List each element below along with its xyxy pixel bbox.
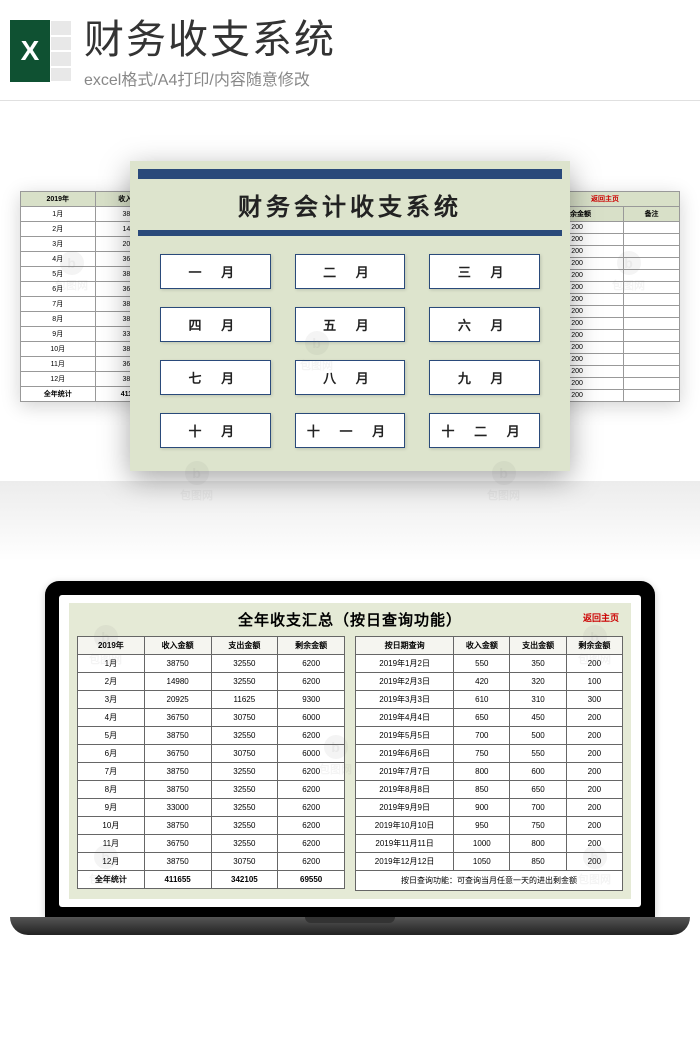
h-income: 收入金额 <box>144 637 211 655</box>
laptop-frame: 全年收支汇总（按日查询功能） 返回主页 2019年 收入金额 支出金额 剩余金额 <box>45 581 655 917</box>
table-row: 12月38750307506200 <box>78 853 345 871</box>
h-expense2: 支出金额 <box>510 637 566 655</box>
month-button-9[interactable]: 九 月 <box>429 360 540 395</box>
excel-icon: X <box>10 20 72 82</box>
month-button-5[interactable]: 五 月 <box>295 307 406 342</box>
table-row: 3月20925116259300 <box>78 691 345 709</box>
daily-query-note: 按日查询功能：可查询当月任意一天的进出剩金额 <box>355 871 623 891</box>
month-button-12[interactable]: 十 二 月 <box>429 413 540 448</box>
table-row: 1月38750325506200 <box>78 655 345 673</box>
table-row: 2019年6月6日750550200 <box>356 745 623 763</box>
excel-x-glyph: X <box>10 20 50 82</box>
decorative-bar-under <box>138 230 562 236</box>
annual-summary-col: 2019年 收入金额 支出金额 剩余金额 1月387503255062002月1… <box>77 636 345 891</box>
h-year: 2019年 <box>78 637 145 655</box>
col-year: 2019年 <box>21 192 96 207</box>
month-button-3[interactable]: 三 月 <box>429 254 540 289</box>
decorative-bar-top <box>138 169 562 179</box>
table-row: 11月36750325506200 <box>78 835 345 853</box>
daily-query-col: 按日期查询 收入金额 支出金额 剩余金额 2019年1月2日5503502002… <box>355 636 623 891</box>
summary-back-link[interactable]: 返回主页 <box>583 611 619 624</box>
table-row: 2019年7月7日800600200 <box>356 763 623 781</box>
annual-summary-table: 2019年 收入金额 支出金额 剩余金额 1月387503255062002月1… <box>77 636 345 889</box>
t-label: 全年统计 <box>78 871 145 889</box>
col-note: 备注 <box>624 207 680 222</box>
table-row: 2019年3月3日610310300 <box>356 691 623 709</box>
month-button-6[interactable]: 六 月 <box>429 307 540 342</box>
table-row: 2019年8月8日850650200 <box>356 781 623 799</box>
table-row: 2019年9月9日900700200 <box>356 799 623 817</box>
table-row: 2019年4月4日650450200 <box>356 709 623 727</box>
t-expense: 342105 <box>211 871 278 889</box>
summary-title: 全年收支汇总（按日查询功能） <box>238 609 462 630</box>
total-label: 全年统计 <box>21 387 96 402</box>
month-button-1[interactable]: 一 月 <box>160 254 271 289</box>
front-sheet: 财务会计收支系统 一 月二 月三 月四 月五 月六 月七 月八 月九 月十 月十… <box>130 161 570 471</box>
h-remain2: 剩余金额 <box>566 637 622 655</box>
h-income2: 收入金额 <box>454 637 510 655</box>
table-row: 2019年5月5日700500200 <box>356 727 623 745</box>
excel-cells-icon <box>50 20 72 82</box>
t-remain: 69550 <box>278 871 345 889</box>
front-title: 财务会计收支系统 <box>130 187 570 222</box>
table-row: 6月36750307506000 <box>78 745 345 763</box>
h-remain: 剩余金额 <box>278 637 345 655</box>
month-button-4[interactable]: 四 月 <box>160 307 271 342</box>
header-text: 财务收支系统 excel格式/A4打印/内容随意修改 <box>84 20 690 90</box>
laptop-screen: 全年收支汇总（按日查询功能） 返回主页 2019年 收入金额 支出金额 剩余金额 <box>59 595 641 907</box>
month-button-2[interactable]: 二 月 <box>295 254 406 289</box>
table-row: 2019年2月3日420320100 <box>356 673 623 691</box>
table-row: 2019年1月2日550350200 <box>356 655 623 673</box>
month-button-7[interactable]: 七 月 <box>160 360 271 395</box>
table-row: 10月38750325506200 <box>78 817 345 835</box>
table-row: 5月38750325506200 <box>78 727 345 745</box>
table-row: 2019年11月11日1000800200 <box>356 835 623 853</box>
laptop-base <box>10 917 690 935</box>
table-row: 9月33000325506200 <box>78 799 345 817</box>
h-expense: 支出金额 <box>211 637 278 655</box>
t-income: 411655 <box>144 871 211 889</box>
table-row: 4月36750307506000 <box>78 709 345 727</box>
month-grid: 一 月二 月三 月四 月五 月六 月七 月八 月九 月十 月十 一 月十 二 月 <box>130 254 570 448</box>
table-row: 2019年10月10日950750200 <box>356 817 623 835</box>
month-button-10[interactable]: 十 月 <box>160 413 271 448</box>
page-title: 财务收支系统 <box>84 20 690 60</box>
reflection-effect <box>0 481 700 561</box>
h-date: 按日期查询 <box>356 637 454 655</box>
table-row: 8月38750325506200 <box>78 781 345 799</box>
table-row: 2019年12月12日1050850200 <box>356 853 623 871</box>
laptop-preview: 全年收支汇总（按日查询功能） 返回主页 2019年 收入金额 支出金额 剩余金额 <box>0 581 700 935</box>
summary-sheet: 全年收支汇总（按日查询功能） 返回主页 2019年 收入金额 支出金额 剩余金额 <box>69 603 631 899</box>
preview-stage: 2019年收入金额 1月387502月149803月209254月367505月… <box>0 131 700 561</box>
daily-query-table: 按日期查询 收入金额 支出金额 剩余金额 2019年1月2日5503502002… <box>355 636 623 871</box>
header: X 财务收支系统 excel格式/A4打印/内容随意修改 <box>0 0 700 101</box>
table-row: 7月38750325506200 <box>78 763 345 781</box>
month-button-11[interactable]: 十 一 月 <box>295 413 406 448</box>
table-row: 2月14980325506200 <box>78 673 345 691</box>
page-subtitle: excel格式/A4打印/内容随意修改 <box>84 66 690 90</box>
month-button-8[interactable]: 八 月 <box>295 360 406 395</box>
